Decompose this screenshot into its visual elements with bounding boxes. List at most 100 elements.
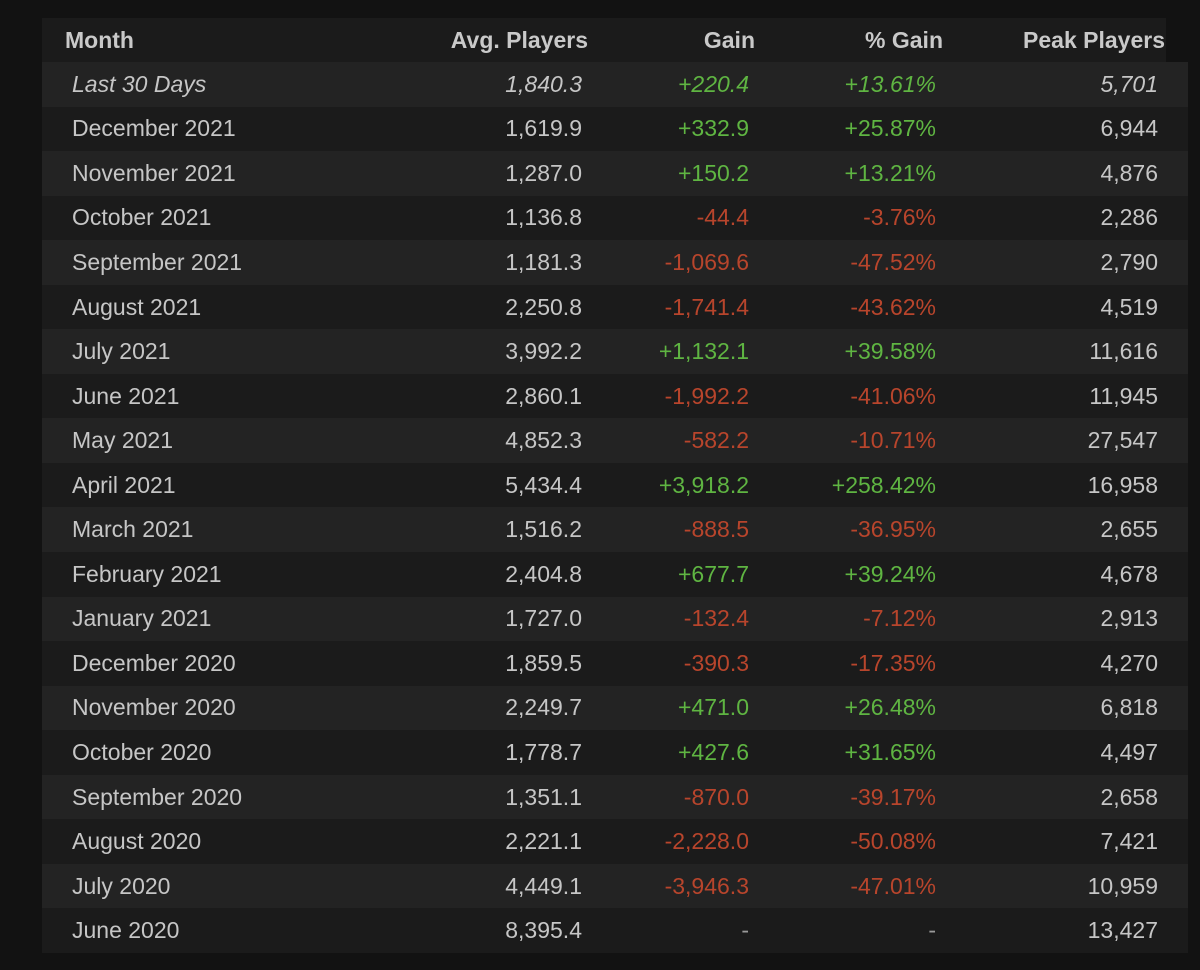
- cell-gain: -: [588, 908, 755, 953]
- cell-gain: -44.4: [588, 195, 755, 241]
- table-row: March 2021 1,516.2 -888.5 -36.95% 2,655: [42, 507, 1188, 553]
- cell-percent-gain: +13.21%: [755, 151, 943, 196]
- cell-peak-players: 2,655: [943, 507, 1188, 553]
- table-header: Month Avg. Players Gain % Gain Peak Play…: [42, 18, 1188, 62]
- table-row: August 2021 2,250.8 -1,741.4 -43.62% 4,519: [42, 284, 1188, 330]
- cell-peak-players: 4,270: [943, 641, 1188, 686]
- cell-month: May 2021: [42, 418, 405, 463]
- cell-percent-gain: +31.65%: [755, 730, 943, 775]
- cell-month: July 2020: [42, 863, 405, 909]
- table-row: September 2020 1,351.1 -870.0 -39.17% 2,658: [42, 774, 1188, 820]
- cell-gain: +427.6: [588, 730, 755, 775]
- cell-gain: +332.9: [588, 106, 755, 152]
- table-row: June 2020 8,395.4- -13,427: [42, 908, 1188, 953]
- cell-gain: -1,069.6: [588, 240, 755, 285]
- cell-avg-players: 4,449.1: [405, 863, 588, 909]
- cell-month: December 2020: [42, 641, 405, 686]
- cell-month: March 2021: [42, 507, 405, 553]
- column-header-avg-players[interactable]: Avg. Players: [405, 18, 588, 62]
- cell-avg-players: 1,840.3: [405, 62, 588, 107]
- cell-peak-players: 4,497: [943, 730, 1188, 775]
- cell-month: November 2020: [42, 685, 405, 731]
- cell-gain: +471.0: [588, 685, 755, 731]
- cell-avg-players: 1,859.5: [405, 641, 588, 686]
- cell-gain: -1,992.2: [588, 373, 755, 419]
- cell-percent-gain: -47.52%: [755, 240, 943, 285]
- header-row: Month Avg. Players Gain % Gain Peak Play…: [42, 18, 1188, 62]
- cell-peak-players: 27,547: [943, 418, 1188, 463]
- cell-peak-players: 4,876: [943, 151, 1188, 196]
- cell-percent-gain: -3.76%: [755, 195, 943, 241]
- column-header-percent-gain[interactable]: % Gain: [755, 18, 943, 62]
- table-row: August 2020 2,221.1 -2,228.0 -50.08% 7,421: [42, 819, 1188, 864]
- cell-gain: +3,918.2: [588, 462, 755, 508]
- cell-peak-players: 2,913: [943, 596, 1188, 642]
- cell-month: September 2020: [42, 774, 405, 820]
- table-row: January 2021 1,727.0 -132.4 -7.12% 2,913: [42, 596, 1188, 642]
- cell-avg-players: 1,778.7: [405, 730, 588, 775]
- table-row: December 2021 1,619.9 +332.9 +25.87% 6,944: [42, 106, 1188, 152]
- cell-month: October 2020: [42, 730, 405, 775]
- table-row: October 2020 1,778.7 +427.6 +31.65% 4,497: [42, 730, 1188, 775]
- cell-month: February 2021: [42, 552, 405, 597]
- cell-percent-gain: +39.24%: [755, 552, 943, 597]
- cell-gain: -888.5: [588, 507, 755, 553]
- cell-percent-gain: +25.87%: [755, 106, 943, 152]
- column-header-month[interactable]: Month: [42, 18, 405, 62]
- cell-percent-gain: -47.01%: [755, 863, 943, 909]
- cell-percent-gain: -10.71%: [755, 418, 943, 463]
- cell-month: August 2020: [42, 819, 405, 864]
- cell-avg-players: 1,181.3: [405, 240, 588, 285]
- cell-percent-gain: -17.35%: [755, 641, 943, 686]
- cell-percent-gain: -43.62%: [755, 284, 943, 330]
- table-row: November 2020 2,249.7 +471.0 +26.48% 6,818: [42, 685, 1188, 731]
- cell-month: April 2021: [42, 462, 405, 508]
- table-row: June 2021 2,860.1 -1,992.2 -41.06% 11,945: [42, 373, 1188, 419]
- table-row: July 2020 4,449.1 -3,946.3 -47.01% 10,959: [42, 863, 1188, 909]
- cell-avg-players: 1,136.8: [405, 195, 588, 241]
- cell-avg-players: 1,727.0: [405, 596, 588, 642]
- cell-avg-players: 8,395.4: [405, 908, 588, 953]
- cell-avg-players: 2,249.7: [405, 685, 588, 731]
- cell-percent-gain: -50.08%: [755, 819, 943, 864]
- cell-month: June 2020: [42, 908, 405, 953]
- cell-gain: +220.4: [588, 62, 755, 107]
- cell-peak-players: 4,519: [943, 284, 1188, 330]
- cell-avg-players: 1,619.9: [405, 106, 588, 152]
- cell-month: Last 30 Days: [42, 62, 405, 107]
- column-header-gain[interactable]: Gain: [588, 18, 755, 62]
- cell-peak-players: 2,286: [943, 195, 1188, 241]
- cell-peak-players: 16,958: [943, 462, 1188, 508]
- cell-avg-players: 2,250.8: [405, 284, 588, 330]
- cell-month: January 2021: [42, 596, 405, 642]
- monthly-player-stats-table: Month Avg. Players Gain % Gain Peak Play…: [42, 18, 1188, 953]
- table-row: July 2021 3,992.2 +1,132.1 +39.58% 11,616: [42, 329, 1188, 374]
- cell-month: September 2021: [42, 240, 405, 285]
- cell-avg-players: 1,287.0: [405, 151, 588, 196]
- cell-avg-players: 2,221.1: [405, 819, 588, 864]
- cell-peak-players: 6,944: [943, 106, 1188, 152]
- column-header-peak-players[interactable]: Peak Players: [943, 18, 1188, 62]
- cell-avg-players: 2,404.8: [405, 552, 588, 597]
- table-row: November 2021 1,287.0 +150.2 +13.21% 4,876: [42, 151, 1188, 196]
- cell-peak-players: 11,945: [943, 373, 1188, 419]
- cell-gain: +150.2: [588, 151, 755, 196]
- cell-avg-players: 3,992.2: [405, 329, 588, 374]
- cell-peak-players: 2,658: [943, 774, 1188, 820]
- cell-peak-players: 6,818: [943, 685, 1188, 731]
- cell-gain: -132.4: [588, 596, 755, 642]
- cell-percent-gain: -41.06%: [755, 373, 943, 419]
- player-stats-panel: Month Avg. Players Gain % Gain Peak Play…: [42, 18, 1188, 953]
- cell-month: December 2021: [42, 106, 405, 152]
- cell-percent-gain: -39.17%: [755, 774, 943, 820]
- table-row: April 2021 5,434.4 +3,918.2 +258.42% 16,958: [42, 462, 1188, 508]
- table-body: Last 30 Days 1,840.3 +220.4 +13.61% 5,701 Dec…: [42, 62, 1188, 953]
- cell-avg-players: 4,852.3: [405, 418, 588, 463]
- cell-percent-gain: +39.58%: [755, 329, 943, 374]
- cell-avg-players: 1,351.1: [405, 774, 588, 820]
- cell-month: June 2021: [42, 373, 405, 419]
- table-row: September 2021 1,181.3 -1,069.6 -47.52% 2,79…: [42, 240, 1188, 285]
- cell-percent-gain: +26.48%: [755, 685, 943, 731]
- cell-percent-gain: -7.12%: [755, 596, 943, 642]
- cell-percent-gain: +258.42%: [755, 462, 943, 508]
